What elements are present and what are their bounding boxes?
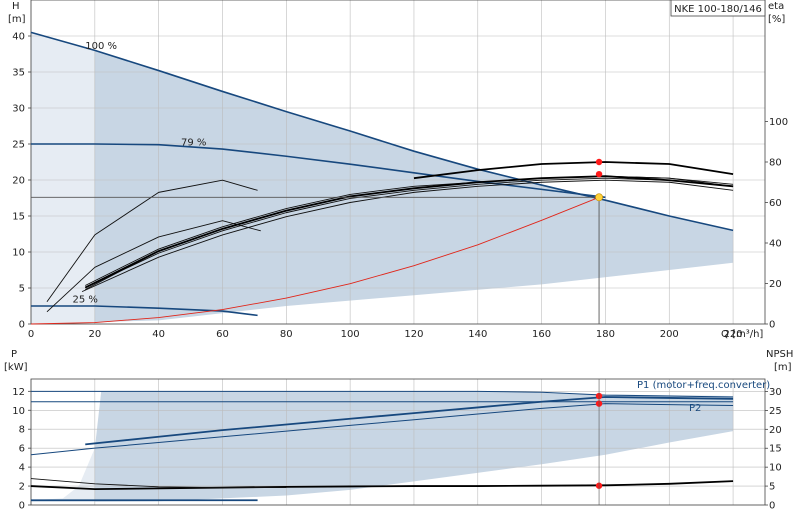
x-tick-label: 160 bbox=[532, 329, 551, 340]
x-tick-label: 120 bbox=[404, 329, 423, 340]
series-label-p1: P1 (motor+freq.converter) bbox=[637, 380, 770, 391]
pump-performance-chart: 05101520253035400204060801000 20 40 60 80 100… bbox=[4, 0, 793, 512]
chart-title: NKE 100-180/146 bbox=[674, 4, 762, 15]
y-left-tick-label: 2 bbox=[19, 482, 25, 493]
y-left-tick-label: 20 bbox=[12, 176, 25, 187]
efficiency-marker bbox=[595, 170, 603, 178]
x-tick-label: 20 bbox=[88, 329, 101, 340]
y-right-tick-label: 10 bbox=[769, 463, 782, 474]
y-right-tick-label: 80 bbox=[769, 158, 782, 169]
y-left-tick-label: 25 bbox=[12, 140, 25, 151]
y-left-tick-label: 35 bbox=[12, 68, 25, 79]
y-right-tick-label: 100 bbox=[769, 117, 788, 128]
lower-y-right-label: NPSH bbox=[766, 349, 793, 360]
y-right-tick-label: 30 bbox=[769, 387, 782, 398]
y-right-tick-label: 5 bbox=[769, 482, 775, 493]
upper-y-left-label: H bbox=[12, 1, 20, 12]
y-left-tick-label: 5 bbox=[19, 284, 25, 295]
y-right-tick-label: 25 bbox=[769, 406, 782, 417]
duty-point-marker bbox=[595, 193, 603, 202]
series-label-p2: P2 bbox=[689, 403, 701, 414]
y-right-tick-label: 15 bbox=[769, 444, 782, 455]
efficiency-marker bbox=[595, 158, 603, 166]
y-left-tick-label: 10 bbox=[12, 406, 25, 417]
y-right-tick-label: 20 bbox=[769, 425, 782, 436]
y-left-tick-label: 0 bbox=[19, 501, 25, 512]
x-tick-label: 0 bbox=[28, 329, 34, 340]
x-axis-label: Q [m³/h] bbox=[721, 329, 763, 340]
x-tick-label: 60 bbox=[216, 329, 229, 340]
y-left-tick-label: 6 bbox=[19, 444, 25, 455]
curve-label: 25 % bbox=[72, 294, 97, 305]
power-npsh-chart: 0 2 4 6 8 10 12 0 5 10 15 20 25 30P1 (motor+freq.conv… bbox=[12, 378, 782, 512]
lower-y-left-unit: [kW] bbox=[4, 362, 28, 373]
curve-label: 79 % bbox=[181, 137, 206, 148]
y-left-tick-label: 12 bbox=[12, 387, 25, 398]
x-tick-label: 140 bbox=[468, 329, 487, 340]
y-right-tick-label: 0 bbox=[769, 320, 775, 331]
lower-y-right-unit: [m] bbox=[774, 362, 792, 373]
y-right-tick-label: 60 bbox=[769, 198, 782, 209]
y-left-tick-label: 30 bbox=[12, 104, 25, 115]
y-right-tick-label: 0 bbox=[769, 501, 775, 512]
y-left-tick-label: 40 bbox=[12, 32, 25, 43]
x-tick-label: 180 bbox=[596, 329, 615, 340]
upper-y-right-label: eta bbox=[768, 1, 784, 12]
lower-y-left-label: P bbox=[11, 349, 17, 360]
y-left-tick-label: 15 bbox=[12, 212, 25, 223]
y-left-tick-label: 8 bbox=[19, 425, 25, 436]
y-right-tick-label: 20 bbox=[769, 279, 782, 290]
y-right-tick-label: 40 bbox=[769, 239, 782, 250]
y-left-tick-label: 10 bbox=[12, 248, 25, 259]
x-tick-label: 80 bbox=[280, 329, 293, 340]
curve-label: 100 % bbox=[85, 41, 117, 52]
upper-y-right-unit: [%] bbox=[768, 14, 785, 25]
x-tick-label: 100 bbox=[341, 329, 360, 340]
upper-y-left-unit: [m] bbox=[8, 14, 26, 25]
x-tick-label: 40 bbox=[152, 329, 165, 340]
y-left-tick-label: 0 bbox=[19, 320, 25, 331]
head-efficiency-chart: 0 5 10 15 20 25 30 35 40 0 20 40 60 80 100 0 20 40 60 80 100… bbox=[12, 0, 788, 340]
x-tick-label: 200 bbox=[660, 329, 679, 340]
y-left-tick-label: 4 bbox=[19, 463, 25, 474]
